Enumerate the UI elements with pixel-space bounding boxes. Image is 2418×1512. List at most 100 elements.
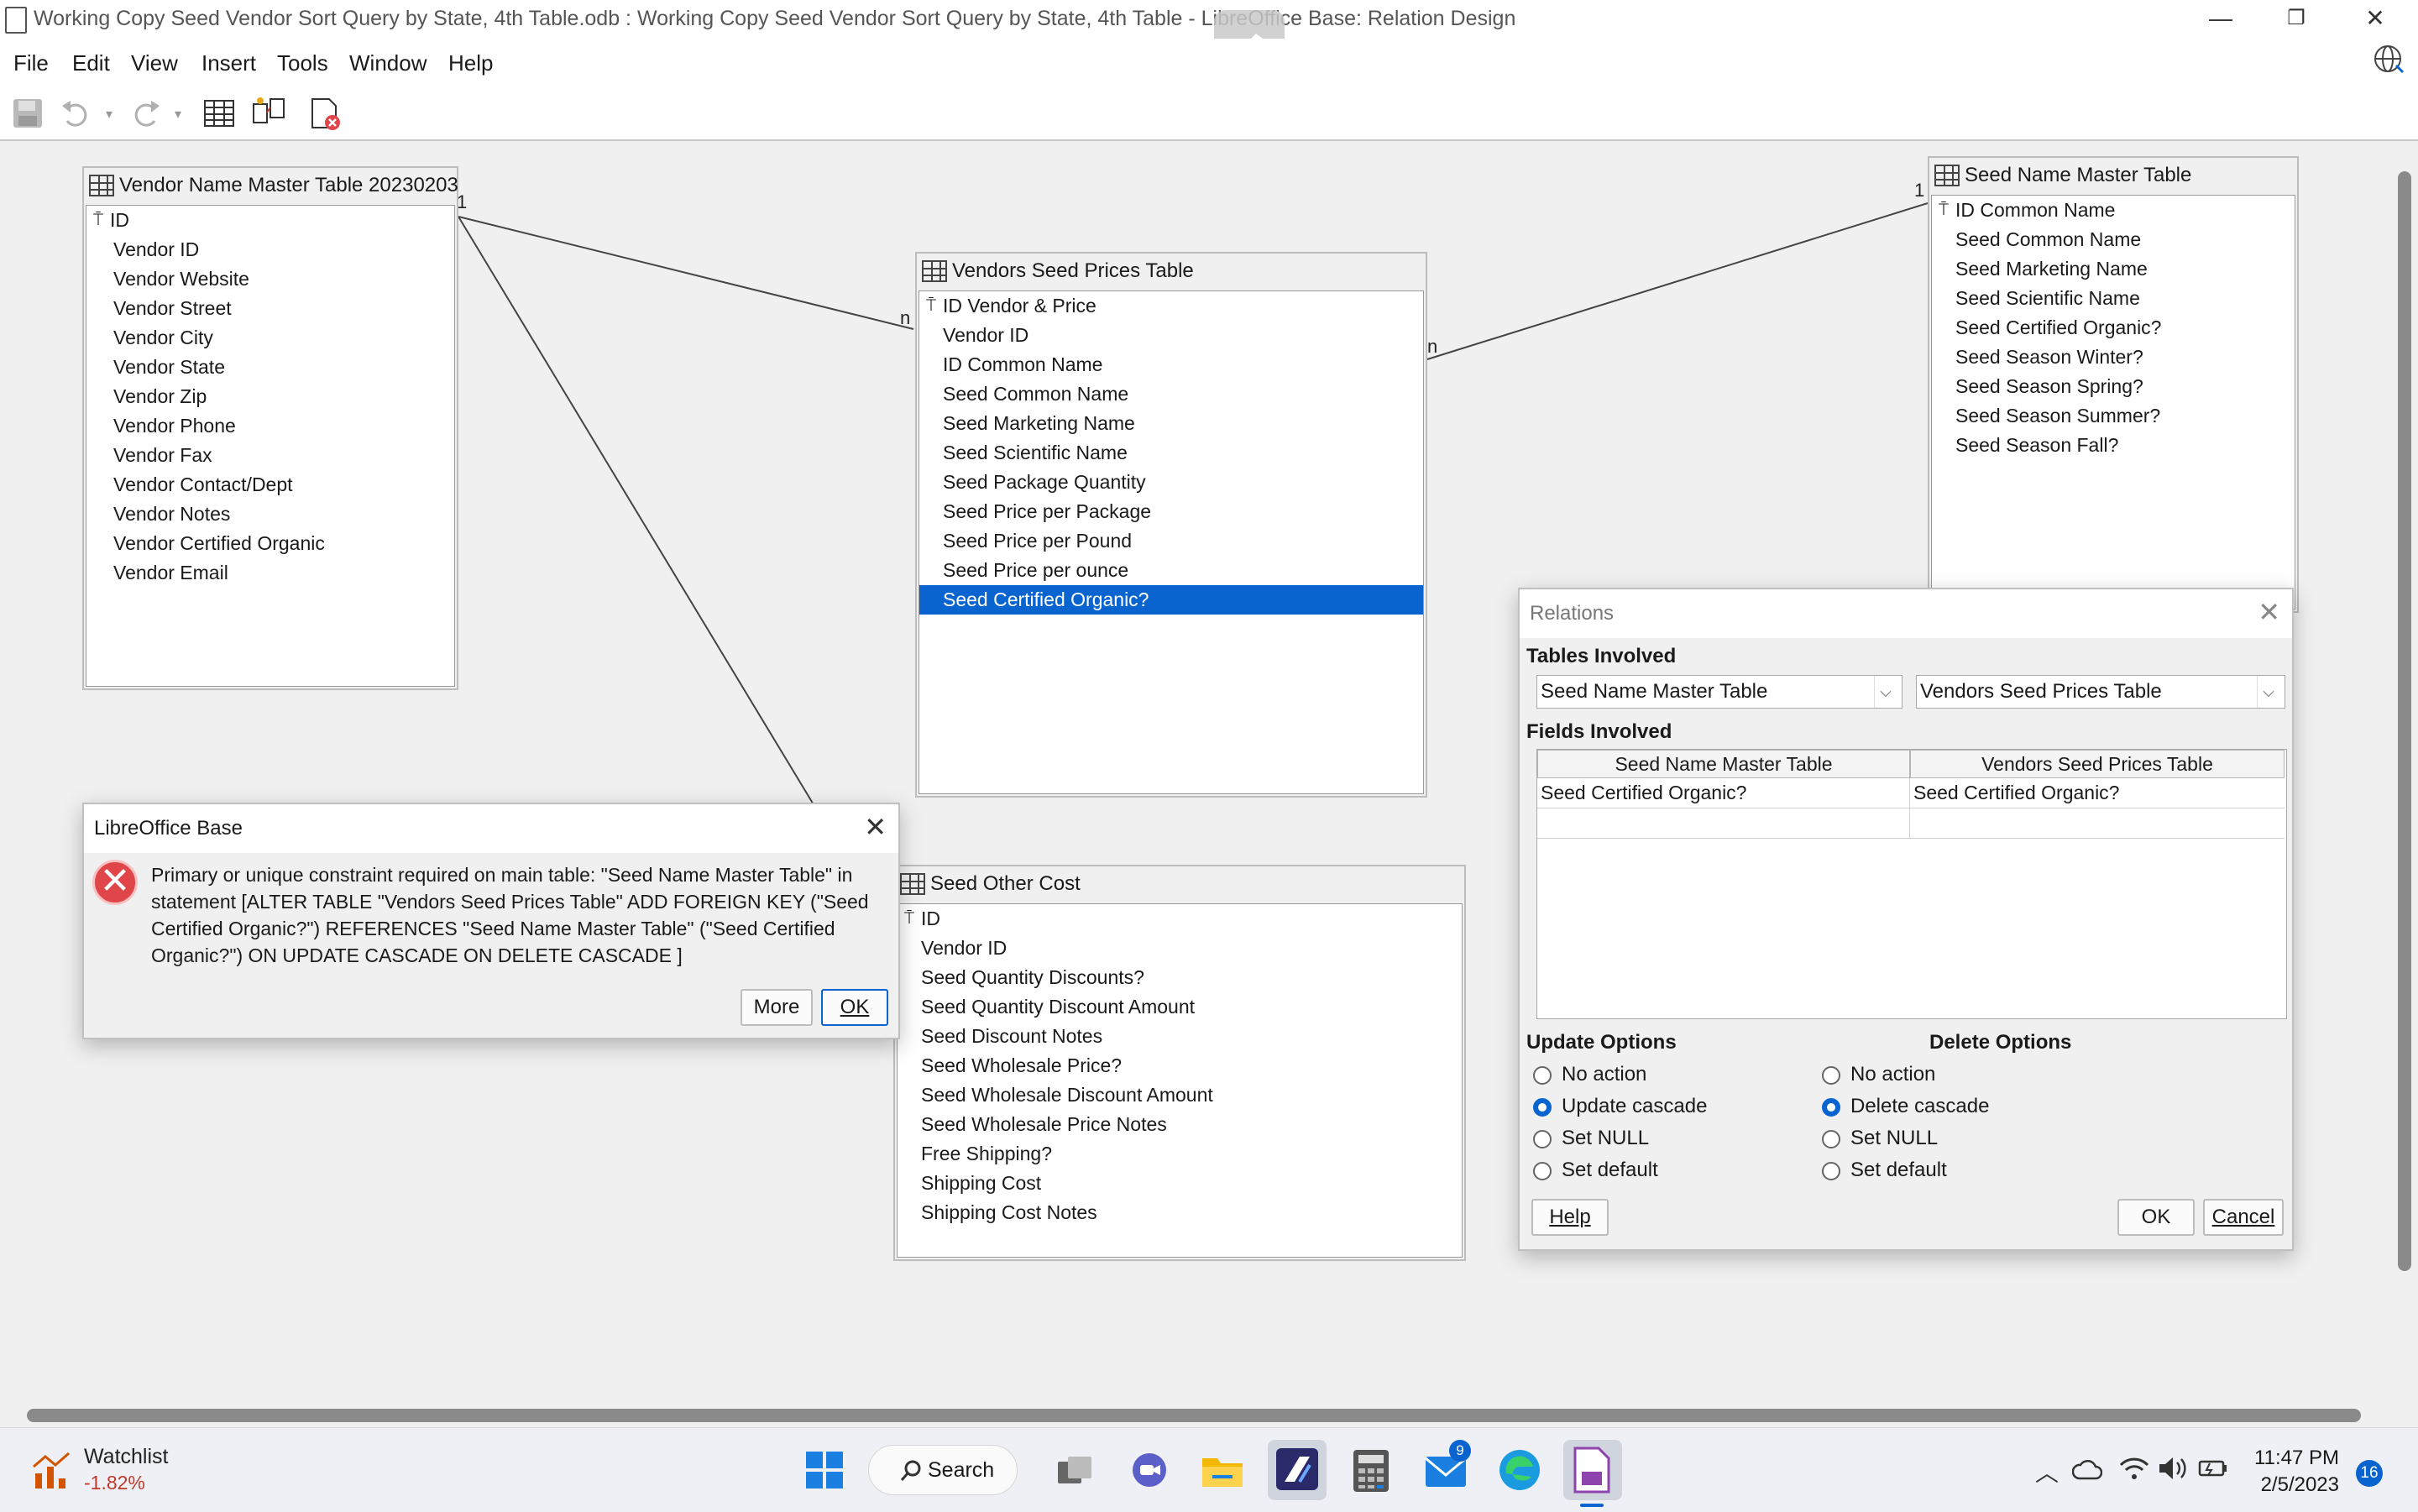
grid-cell-empty[interactable]: [1910, 808, 2285, 839]
chevron-up-icon[interactable]: ︿: [2035, 1455, 2059, 1488]
field-item[interactable]: Vendor Email: [86, 558, 454, 588]
field-item[interactable]: Vendor City: [86, 323, 454, 353]
field-item[interactable]: Vendor Website: [86, 264, 454, 294]
taskbar-search[interactable]: Search: [868, 1445, 1018, 1495]
field-item[interactable]: Seed Scientific Name: [1932, 284, 2295, 313]
field-item[interactable]: Shipping Cost: [898, 1169, 1462, 1198]
relations-dialog[interactable]: Relations ✕ Tables Involved Seed Name Ma…: [1518, 588, 2294, 1251]
pen-app-icon[interactable]: [1274, 1447, 1320, 1492]
field-list[interactable]: ⍑ ID Vendor ID Vendor Website Vendor Stre…: [86, 205, 455, 687]
table-window-prices[interactable]: Vendors Seed Prices Table ⍑ ID Vendor & P…: [915, 252, 1427, 798]
ok-button[interactable]: OK: [821, 989, 888, 1026]
chat-icon[interactable]: [1128, 1450, 1170, 1492]
update-cascade-radio[interactable]: Update cascade: [1526, 1091, 1707, 1122]
left-table-select[interactable]: Seed Name Master Table ⌵: [1536, 675, 1902, 709]
field-item[interactable]: Seed Common Name: [1932, 225, 2295, 254]
field-item[interactable]: Seed Scientific Name: [919, 438, 1423, 468]
field-item[interactable]: Vendor State: [86, 353, 454, 382]
relation-line-prices-seed[interactable]: [1426, 202, 1929, 360]
field-item[interactable]: Seed Quantity Discount Amount: [898, 992, 1462, 1022]
field-item[interactable]: ⍑ ID Common Name: [1932, 196, 2295, 225]
field-item[interactable]: Seed Season Summer?: [1932, 401, 2295, 431]
delete-cascade-radio[interactable]: Delete cascade: [1815, 1091, 1989, 1122]
field-item[interactable]: Seed Season Fall?: [1932, 431, 2295, 460]
field-item[interactable]: Vendor ID: [86, 235, 454, 264]
field-item[interactable]: Seed Marketing Name: [1932, 254, 2295, 284]
fields-grid[interactable]: Seed Name Master Table Vendors Seed Pric…: [1536, 749, 2287, 1019]
notification-count-badge[interactable]: 16: [2356, 1460, 2383, 1487]
update-no-action-radio[interactable]: No action: [1526, 1059, 1646, 1090]
volume-icon[interactable]: [2158, 1455, 2188, 1482]
field-list[interactable]: ⍑ ID Common Name Seed Common Name Seed Ma…: [1931, 195, 2295, 610]
error-dialog[interactable]: LibreOffice Base ✕ ✕ Primary or unique c…: [82, 803, 900, 1039]
field-item[interactable]: Seed Price per Package: [919, 497, 1423, 526]
field-item[interactable]: Vendor Fax: [86, 441, 454, 470]
windows-start-icon[interactable]: [804, 1450, 845, 1490]
field-item[interactable]: Seed Wholesale Price?: [898, 1051, 1462, 1080]
ok-button[interactable]: OK: [2117, 1199, 2195, 1236]
calculator-icon[interactable]: [1352, 1448, 1390, 1494]
grid-cell-empty[interactable]: [1537, 808, 1910, 839]
field-item[interactable]: Vendor ID: [898, 934, 1462, 963]
cancel-button[interactable]: Cancel: [2203, 1199, 2284, 1236]
grid-cell-right[interactable]: Seed Certified Organic?: [1910, 778, 2285, 808]
close-icon[interactable]: ✕: [864, 811, 887, 843]
field-item[interactable]: Seed Package Quantity: [919, 468, 1423, 497]
field-item[interactable]: Vendor Zip: [86, 382, 454, 411]
field-item[interactable]: Seed Certified Organic?: [1932, 313, 2295, 343]
field-list[interactable]: ⍑ ID Vendor ID Seed Quantity Discounts? S…: [897, 903, 1463, 1258]
relation-line-vendor-prices[interactable]: [458, 216, 914, 330]
field-item[interactable]: Seed Wholesale Price Notes: [898, 1110, 1462, 1139]
field-item[interactable]: Seed Discount Notes: [898, 1022, 1462, 1051]
table-window-header[interactable]: Seed Other Cost: [895, 866, 1464, 902]
field-item[interactable]: Free Shipping?: [898, 1139, 1462, 1169]
stock-chart-icon[interactable]: [30, 1448, 74, 1492]
field-item[interactable]: Seed Common Name: [919, 379, 1423, 409]
table-window-seed[interactable]: Seed Name Master Table ⍑ ID Common Name S…: [1928, 156, 2299, 613]
field-item[interactable]: Seed Price per Pound: [919, 526, 1423, 556]
field-item[interactable]: Shipping Cost Notes: [898, 1198, 1462, 1227]
delete-no-action-radio[interactable]: No action: [1815, 1059, 1935, 1090]
table-window-header[interactable]: Vendors Seed Prices Table: [917, 254, 1426, 289]
wifi-icon[interactable]: [2119, 1455, 2149, 1482]
battery-icon[interactable]: [2198, 1457, 2228, 1480]
table-window-header[interactable]: Vendor Name Master Table 20230203: [84, 168, 458, 203]
field-item[interactable]: Seed Season Spring?: [1932, 372, 2295, 401]
update-set-null-radio[interactable]: Set NULL: [1526, 1123, 1649, 1154]
field-item[interactable]: Vendor Phone: [86, 411, 454, 441]
system-clock[interactable]: 11:47 PM 2/5/2023: [2250, 1445, 2339, 1499]
delete-set-null-radio[interactable]: Set NULL: [1815, 1123, 1938, 1154]
edge-browser-icon[interactable]: [1498, 1448, 1541, 1492]
field-item[interactable]: Seed Price per ounce: [919, 556, 1423, 585]
relation-line-vendor-other[interactable]: [458, 216, 815, 807]
field-item[interactable]: Vendor Notes: [86, 500, 454, 529]
field-item[interactable]: Vendor Contact/Dept: [86, 470, 454, 500]
task-view-icon[interactable]: [1055, 1450, 1096, 1492]
field-item[interactable]: Seed Marketing Name: [919, 409, 1423, 438]
chevron-down-icon[interactable]: ⌵: [1874, 676, 1897, 708]
right-table-select[interactable]: Vendors Seed Prices Table ⌵: [1916, 675, 2285, 709]
table-window-other-cost[interactable]: Seed Other Cost ⍑ ID Vendor ID Seed Quant…: [893, 865, 1466, 1261]
field-item[interactable]: Seed Wholesale Discount Amount: [898, 1080, 1462, 1110]
field-item[interactable]: Seed Season Winter?: [1932, 343, 2295, 372]
field-item[interactable]: Vendor Certified Organic: [86, 529, 454, 558]
table-window-header[interactable]: Seed Name Master Table: [1929, 158, 2297, 193]
field-item[interactable]: ⍑ ID Vendor & Price: [919, 291, 1423, 321]
libreoffice-base-icon[interactable]: [1572, 1447, 1612, 1494]
help-button[interactable]: Help: [1531, 1199, 1609, 1236]
field-item[interactable]: Vendor Street: [86, 294, 454, 323]
more-button[interactable]: More: [741, 989, 813, 1026]
chevron-down-icon[interactable]: ⌵: [2257, 676, 2279, 708]
delete-set-default-radio[interactable]: Set default: [1815, 1155, 1947, 1185]
field-item[interactable]: ID Common Name: [919, 350, 1423, 379]
cloud-icon[interactable]: [2072, 1457, 2102, 1483]
field-item-selected[interactable]: Seed Certified Organic?: [919, 585, 1423, 615]
update-set-default-radio[interactable]: Set default: [1526, 1155, 1658, 1185]
table-window-vendor[interactable]: Vendor Name Master Table 20230203 ⍑ ID Ve…: [82, 166, 458, 690]
field-item[interactable]: Vendor ID: [919, 321, 1423, 350]
field-item[interactable]: Seed Quantity Discounts?: [898, 963, 1462, 992]
field-item[interactable]: ⍑ ID: [86, 206, 454, 235]
field-item[interactable]: ⍑ ID: [898, 904, 1462, 934]
grid-cell-left[interactable]: Seed Certified Organic?: [1537, 778, 1910, 808]
field-list[interactable]: ⍑ ID Vendor & Price Vendor ID ID Common N…: [919, 290, 1424, 794]
